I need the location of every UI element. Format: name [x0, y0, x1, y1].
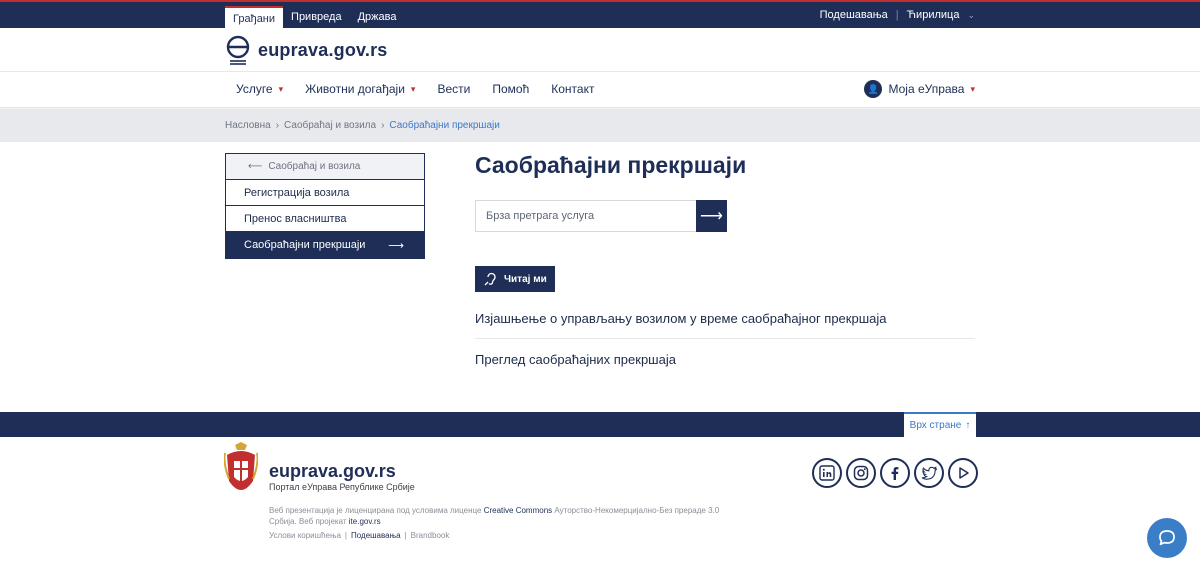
main-nav: Услуге ▾ Животни догађаји ▾ Вести Помоћ … [0, 72, 1200, 108]
footer-brand[interactable]: euprava.gov.rs [269, 461, 396, 482]
account-label: Моја еУправа [888, 82, 965, 96]
divider: | [404, 531, 407, 540]
service-list: Изјашњење о управљању возилом у време са… [475, 298, 975, 380]
side-menu-item-label: Саобраћајни прекршаји [244, 239, 366, 251]
side-menu-back[interactable]: ⟵ Саобраћај и возила [226, 154, 424, 180]
license-text-1: Веб презентација је лиценцирана под усло… [269, 506, 482, 515]
breadcrumb-home[interactable]: Насловна [225, 120, 271, 131]
nav-label: Помоћ [492, 82, 530, 96]
social-links [812, 458, 978, 488]
chevron-down-icon: ▾ [970, 83, 975, 94]
side-menu-item-registration[interactable]: Регистрација возила [226, 180, 424, 206]
my-account-menu[interactable]: 👤 Моја еУправа ▾ [864, 80, 975, 98]
service-link-overview[interactable]: Преглед саобраћајних прекршаја [475, 339, 975, 380]
breadcrumb: Насловна › Саобраћај и возила › Саобраћа… [0, 109, 1200, 142]
footer-links: Услови коришћења | Подешавања | Brandboo… [269, 531, 449, 540]
facebook-icon[interactable] [880, 458, 910, 488]
search-button[interactable]: ⟶ [696, 200, 727, 232]
top-bar: Грађани Привреда Држава Подешавања | Ћир… [0, 0, 1200, 28]
nav-item-help[interactable]: Помоћ [492, 82, 529, 96]
service-search: ⟶ [475, 200, 727, 232]
back-to-top-label: Врх стране [909, 420, 962, 431]
nav-label: Контакт [551, 82, 595, 96]
ite-link[interactable]: ite.gov.rs [349, 517, 381, 526]
coat-of-arms-logo [224, 442, 258, 490]
nav-items: Услуге ▾ Животни догађаји ▾ Вести Помоћ … [236, 82, 594, 96]
nav-item-services[interactable]: Услуге ▾ [236, 82, 283, 96]
divider: | [344, 531, 347, 540]
breadcrumb-category[interactable]: Саобраћај и возила [284, 120, 376, 131]
footer-band [0, 412, 1200, 437]
tab-business[interactable]: Привреда [283, 6, 350, 28]
arrow-right-icon: ⟶ [388, 239, 404, 252]
chat-bubble-icon [1159, 530, 1175, 546]
nav-label: Услуге [236, 82, 273, 96]
read-aloud-label: Читај ми [504, 273, 547, 285]
chevron-right-icon: › [275, 120, 280, 131]
back-to-top-button[interactable]: Врх стране ↑ [904, 412, 976, 437]
youtube-icon[interactable] [948, 458, 978, 488]
divider: | [895, 9, 899, 21]
chevron-down-icon: ▾ [278, 83, 284, 94]
linkedin-icon[interactable] [812, 458, 842, 488]
euprava-logo-icon[interactable] [225, 32, 253, 68]
side-menu: ⟵ Саобраћај и возила Регистрација возила… [225, 153, 425, 259]
side-menu-back-label: Саобраћај и возила [268, 161, 361, 172]
search-input[interactable] [475, 200, 696, 232]
chevron-right-icon: › [381, 120, 385, 131]
logo-row: euprava.gov.rs [0, 28, 1200, 72]
user-icon: 👤 [864, 80, 883, 98]
arrow-up-icon: ↑ [965, 420, 971, 431]
side-menu-item-ownership[interactable]: Пренос власништва [226, 206, 424, 232]
nav-label: Вести [437, 82, 471, 96]
footer-settings-link[interactable]: Подешавања [351, 531, 401, 540]
audience-tabs: Грађани Привреда Држава [225, 6, 404, 28]
tab-citizens[interactable]: Грађани [225, 6, 284, 28]
nav-item-news[interactable]: Вести [437, 82, 470, 96]
terms-link[interactable]: Услови коришћења [269, 531, 341, 540]
breadcrumb-current: Саобраћајни прекршаји [389, 120, 500, 131]
creative-commons-link[interactable]: Creative Commons [484, 506, 552, 515]
instagram-icon[interactable] [846, 458, 876, 488]
language-select[interactable]: Ћирилица [907, 9, 960, 21]
footer-subtitle: Портал еУправа Републике Србије [269, 482, 415, 492]
chevron-down-icon[interactable]: ⌄ [967, 10, 975, 21]
chevron-down-icon: ▾ [410, 83, 416, 94]
service-link-statement[interactable]: Изјашњење о управљању возилом у време са… [475, 298, 975, 339]
ear-icon [484, 272, 496, 286]
site-logo-text[interactable]: euprava.gov.rs [258, 40, 388, 61]
nav-item-contact[interactable]: Контакт [551, 82, 594, 96]
page-title: Саобраћајни прекршаји [475, 152, 747, 178]
tab-state[interactable]: Држава [350, 6, 405, 28]
brandbook-link[interactable]: Brandbook [411, 531, 450, 540]
settings-link[interactable]: Подешавања [820, 9, 888, 21]
side-menu-item-violations[interactable]: Саобраћајни прекршаји ⟶ [226, 232, 424, 258]
arrow-left-icon: ⟵ [248, 161, 263, 172]
nav-label: Животни догађаји [305, 82, 405, 96]
license-text: Веб презентација је лиценцирана под усло… [269, 505, 749, 527]
arrow-right-icon: ⟶ [700, 208, 723, 225]
top-bar-right: Подешавања | Ћирилица ⌄ [820, 9, 975, 21]
read-aloud-button[interactable]: Читај ми [475, 266, 555, 292]
chat-button[interactable] [1147, 518, 1187, 558]
nav-item-life-events[interactable]: Животни догађаји ▾ [305, 82, 415, 96]
twitter-icon[interactable] [914, 458, 944, 488]
